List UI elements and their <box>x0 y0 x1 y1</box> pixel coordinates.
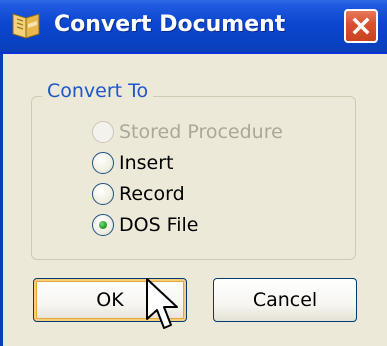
radio-button[interactable] <box>92 183 114 205</box>
radio-stored-procedure: Stored Procedure <box>92 120 283 144</box>
radio-label-record[interactable]: Record <box>119 183 185 205</box>
window-frame-left <box>0 54 3 346</box>
radio-label-dos-file[interactable]: DOS File <box>119 214 198 236</box>
radio-dos-file[interactable]: DOS File <box>92 213 198 237</box>
groupbox-label: Convert To <box>42 80 154 102</box>
radio-label-insert[interactable]: Insert <box>119 152 174 174</box>
cancel-button[interactable]: Cancel <box>213 278 357 322</box>
radio-label-stored-procedure: Stored Procedure <box>119 121 283 143</box>
convert-document-dialog: Convert Document Convert To Stored Proce… <box>0 0 387 346</box>
radio-record[interactable]: Record <box>92 182 185 206</box>
window-title: Convert Document <box>54 12 286 37</box>
radio-button-disabled <box>92 121 114 143</box>
radio-selected-dot <box>99 221 107 229</box>
arrow-pointer-icon <box>144 276 184 336</box>
close-button[interactable] <box>344 9 378 43</box>
radio-button-selected[interactable] <box>92 214 114 236</box>
radio-insert[interactable]: Insert <box>92 151 174 175</box>
radio-button[interactable] <box>92 152 114 174</box>
title-bar[interactable]: Convert Document <box>0 0 387 54</box>
document-convert-icon <box>10 10 42 42</box>
